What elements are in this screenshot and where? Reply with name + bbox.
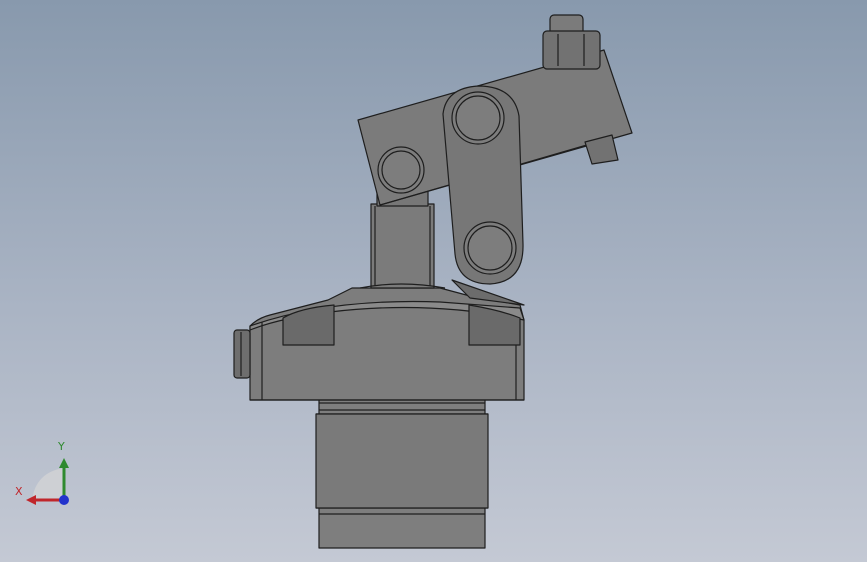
upper-link-pin <box>451 91 505 145</box>
side-port <box>233 329 251 379</box>
y-axis-label: Y <box>58 440 65 453</box>
axis-triad: X Y <box>10 440 80 510</box>
graphics-viewport[interactable]: X Y <box>0 0 867 562</box>
lower-barrel-band <box>315 413 489 509</box>
piston-rod <box>370 203 435 289</box>
arm-nut <box>542 30 601 70</box>
cad-model[interactable] <box>0 0 867 562</box>
rod-pin <box>377 146 425 194</box>
lower-link-pin <box>463 221 517 275</box>
x-axis-label: X <box>15 485 23 498</box>
triad-graphic <box>26 458 69 505</box>
